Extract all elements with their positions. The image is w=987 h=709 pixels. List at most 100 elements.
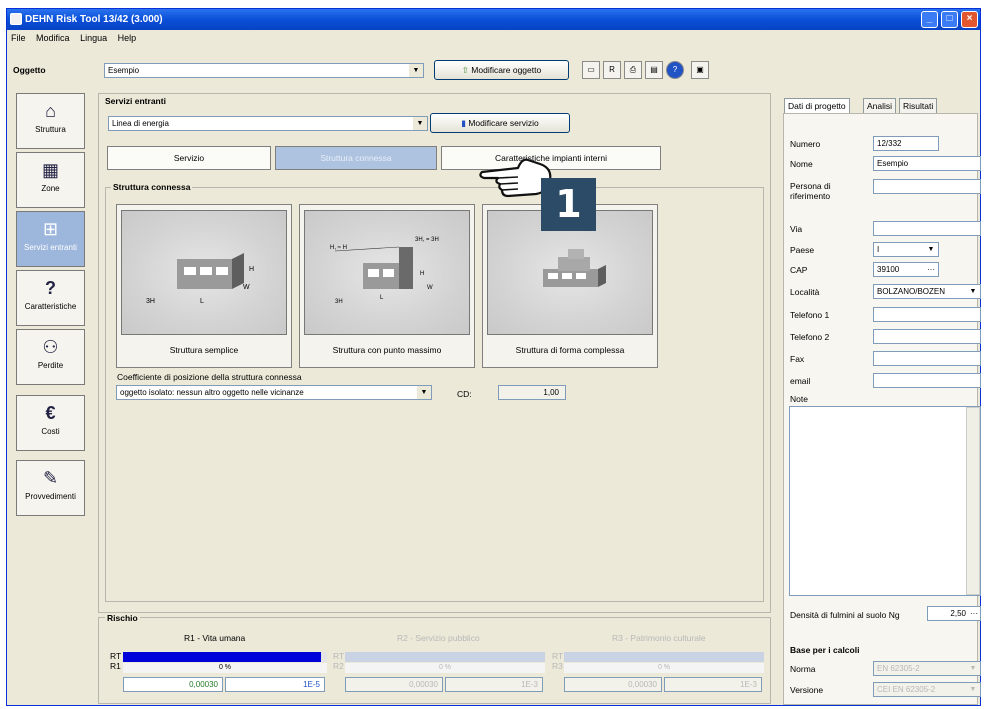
norma-value: EN 62305-2 [877, 664, 920, 673]
card-max-point-structure[interactable]: H, ≈ H 3H, = 3H H W 3H L Struttura con punt… [299, 204, 475, 368]
field-label: Nome [790, 159, 813, 169]
toolbar-report-icon[interactable]: R [603, 61, 621, 79]
card-caption: Struttura di forma complessa [515, 345, 625, 355]
svg-text:3H: 3H [335, 299, 343, 305]
numero-input[interactable]: 12/332 [873, 136, 939, 151]
title-bar: DEHN Risk Tool 13/42 (3.000) _ □ × [7, 9, 980, 30]
risk-title: Rischio [105, 613, 140, 623]
ng-input[interactable]: 2,50 ··· [927, 606, 981, 621]
r2-percent: 0 % [345, 663, 545, 673]
coefficient-select[interactable]: oggetto isolato: nessun altro oggetto ne… [116, 385, 432, 400]
card-caption: Struttura con punto massimo [332, 345, 442, 355]
cd-field: 1,00 [498, 385, 566, 400]
field-label: Via [790, 224, 803, 234]
r1-risk-fill [123, 652, 321, 662]
sidebar-item-zone[interactable]: ▦ Zone [16, 152, 85, 208]
r3-title: R3 - Patrimonio culturale [612, 633, 706, 643]
card-caption: Struttura semplice [169, 345, 239, 355]
cd-label: CD: [457, 389, 472, 399]
menu-bar: File Modifica Lingua Help [7, 31, 980, 46]
cap-input[interactable]: 39100 ··· [873, 262, 939, 277]
card-simple-structure[interactable]: H W L 3H Struttura semplice [116, 204, 292, 368]
app-icon [10, 13, 22, 25]
close-icon[interactable]: × [961, 11, 978, 28]
note-label: Note [790, 394, 808, 404]
euro-icon: € [45, 403, 56, 423]
more-icon[interactable]: ··· [927, 263, 935, 276]
persona-input[interactable] [873, 179, 981, 194]
r1-label: R1 [110, 661, 121, 671]
service-line-select[interactable]: Linea di energia ▼ [108, 116, 428, 131]
email-input[interactable] [873, 373, 981, 388]
svg-text:W: W [243, 284, 250, 291]
tab-dati-progetto[interactable]: Dati di progetto [784, 98, 850, 114]
wrench-icon: ✎ [42, 468, 59, 488]
chevron-down-icon: ▼ [417, 386, 431, 399]
oggetto-label: Oggetto [13, 65, 46, 75]
toolbar-export-icon[interactable]: ▤ [645, 61, 663, 79]
tab-risultati[interactable]: Risultati [899, 98, 938, 114]
menu-lingua[interactable]: Lingua [76, 31, 111, 45]
version-select[interactable]: CEI EN 62305-2 ▼ [873, 682, 981, 697]
r3-risk-bar [564, 652, 764, 662]
field-label: Numero [790, 139, 821, 149]
nome-input[interactable]: Esempio [873, 156, 981, 171]
sidebar-item-caratteristiche[interactable]: ? Caratteristiche [16, 270, 85, 326]
r1-title: R1 - Vita umana [184, 633, 246, 643]
r3-value: 0,00030 [564, 677, 662, 692]
paese-select[interactable]: I ▼ [873, 242, 939, 257]
more-icon[interactable]: ··· [970, 607, 978, 620]
sidebar-item-struttura[interactable]: ⌂ Struttura [16, 93, 85, 149]
sidebar-item-perdite[interactable]: ⚇ Perdite [16, 329, 85, 385]
maximize-icon[interactable]: □ [941, 11, 958, 28]
app-window: DEHN Risk Tool 13/42 (3.000) _ □ × File … [6, 8, 981, 706]
callout-badge: 1 [541, 178, 596, 231]
r3-limit: 1E-3 [664, 677, 762, 692]
note-textarea[interactable] [789, 406, 981, 596]
norma-select[interactable]: EN 62305-2 ▼ [873, 661, 981, 676]
sidebar-label: Zone [41, 184, 60, 193]
tab-analisi[interactable]: Analisi [863, 98, 897, 114]
sidebar-label: Servizi entranti [24, 243, 77, 252]
svg-text:H: H [420, 271, 424, 277]
fax-input[interactable] [873, 351, 981, 366]
menu-help[interactable]: Help [114, 31, 141, 45]
field-label: Paese [790, 245, 815, 255]
minimize-icon[interactable]: _ [921, 11, 938, 28]
toolbar-print-icon[interactable]: ⎙ [624, 61, 642, 79]
version-label: Versione [790, 685, 824, 695]
sidebar-item-costi[interactable]: € Costi [16, 395, 85, 451]
telefono2-input[interactable] [873, 329, 981, 344]
paese-value: I [877, 245, 880, 254]
service-line-value: Linea di energia [112, 119, 169, 128]
menu-file[interactable]: File [7, 31, 30, 45]
telefono1-input[interactable] [873, 307, 981, 322]
house-icon: ⌂ [45, 101, 56, 121]
localita-select[interactable]: BOLZANO/BOZEN ▼ [873, 284, 981, 299]
ng-value: 2,50 [950, 609, 966, 618]
field-label: Persona di riferimento [790, 181, 831, 201]
zone-icon: ▦ [41, 160, 59, 180]
help-icon[interactable]: ? [666, 61, 684, 79]
via-input[interactable] [873, 221, 981, 236]
sidebar-item-servizi[interactable]: ⊞ Servizi entranti [16, 211, 85, 267]
chevron-down-icon: ▼ [966, 683, 980, 696]
chevron-down-icon: ▼ [413, 117, 427, 130]
note-scrollbar[interactable] [966, 407, 980, 595]
ng-label: Densità di fulmini al suolo Ng [790, 610, 900, 620]
oggetto-select-value: Esempio [108, 66, 140, 75]
tab-servizio[interactable]: Servizio [107, 146, 271, 170]
tab-struttura-connessa[interactable]: Struttura connessa [275, 146, 437, 170]
coefficient-value: oggetto isolato: nessun altro oggetto ne… [120, 388, 304, 397]
save-icon[interactable]: ▣ [691, 61, 709, 79]
oggetto-select[interactable]: Esempio ▼ [104, 63, 424, 78]
toolbar-new-icon[interactable]: ▭ [582, 61, 600, 79]
r3-rt-label: RT [552, 651, 564, 661]
modify-service-button[interactable]: ▮ Modificare servizio [430, 113, 570, 133]
modify-object-button[interactable]: ⇧ Modificare oggetto [434, 60, 569, 80]
menu-modifica[interactable]: Modifica [32, 31, 74, 45]
r2-limit: 1E-3 [445, 677, 543, 692]
sidebar-item-provvedimenti[interactable]: ✎ Provvedimenti [16, 460, 85, 516]
svg-text:3H: 3H [146, 298, 155, 305]
svg-text:3H, = 3H: 3H, = 3H [415, 237, 439, 243]
